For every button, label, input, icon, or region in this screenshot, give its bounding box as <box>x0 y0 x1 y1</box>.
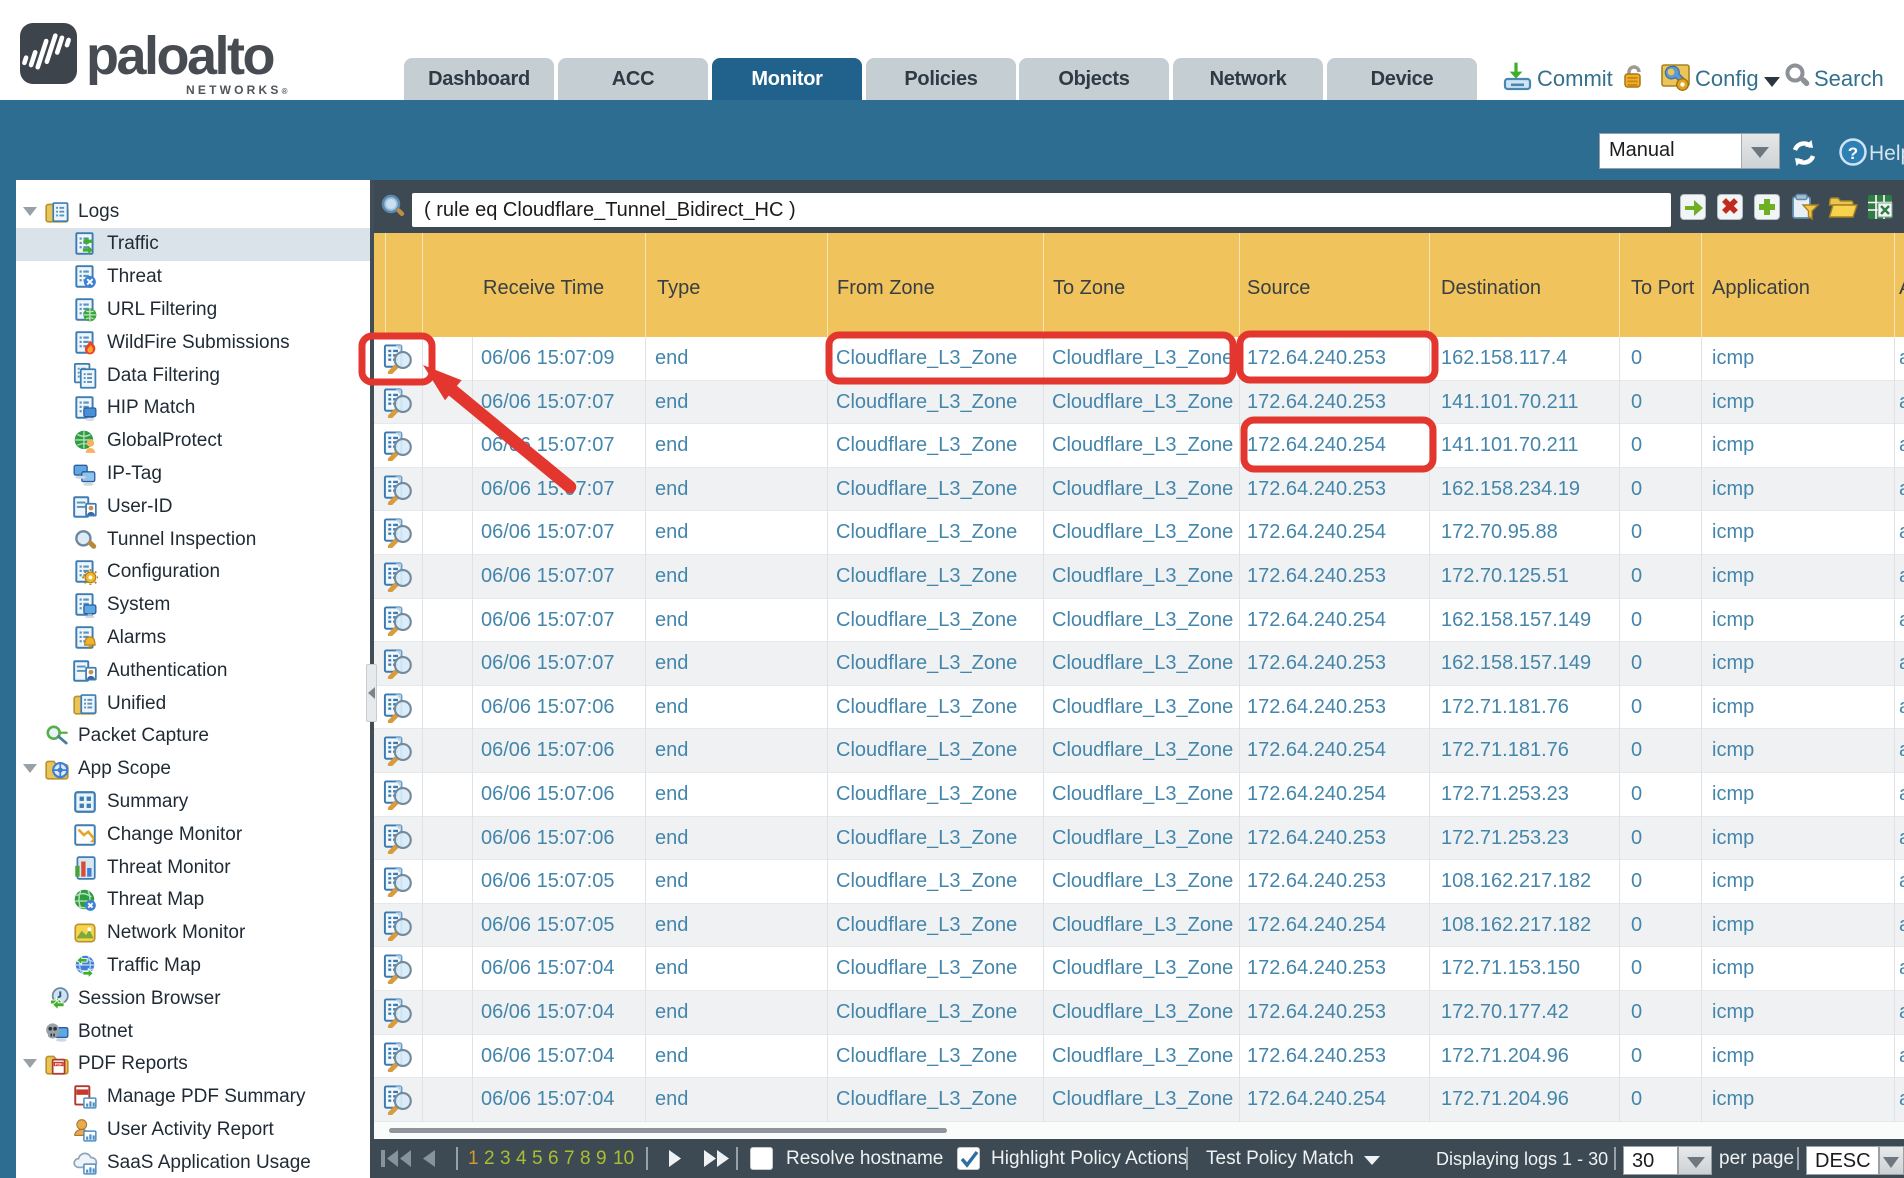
svg-text:NETWORKS®: NETWORKS® <box>186 83 288 97</box>
svg-text:?: ? <box>1848 144 1858 163</box>
svg-text:PDF: PDF <box>55 1062 63 1067</box>
svg-text:paloalto: paloalto <box>86 26 274 86</box>
